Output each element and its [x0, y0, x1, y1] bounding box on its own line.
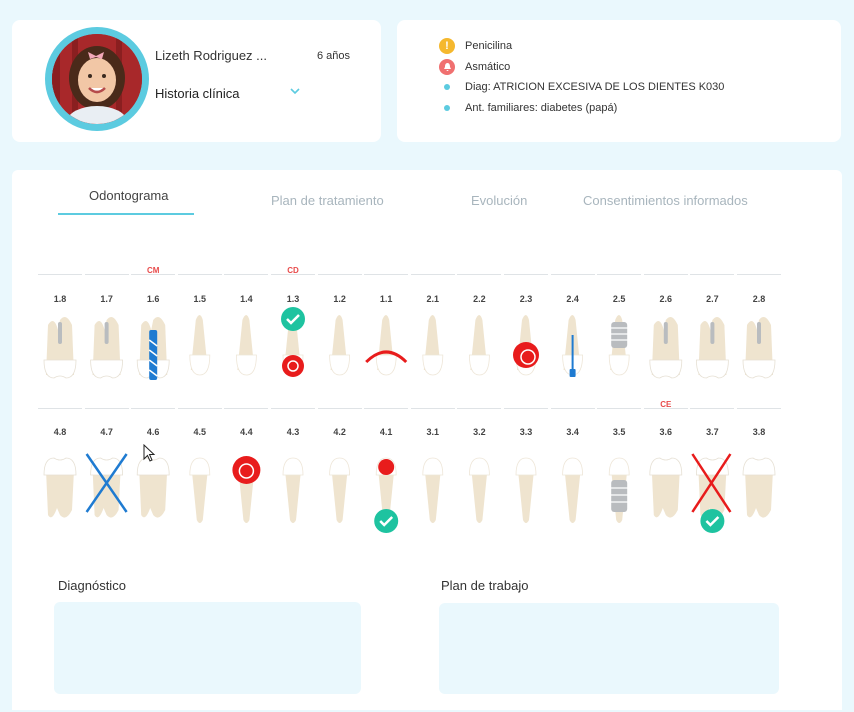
- bullet-dot: [444, 84, 450, 90]
- patient-name: Lizeth Rodriguez ...: [155, 48, 268, 63]
- tooth-root: [745, 470, 773, 518]
- tooth-crown: [742, 359, 776, 379]
- tooth-crown: [43, 359, 77, 379]
- tooth-root: [424, 470, 441, 523]
- tooth-crown: [375, 354, 397, 376]
- implant-icon: [611, 480, 628, 512]
- tooth-crown: [189, 354, 211, 376]
- tooth-crown: [468, 354, 490, 376]
- tooth-root: [564, 470, 581, 523]
- tooth-crown: [562, 457, 584, 476]
- tooth-crown: [742, 457, 776, 476]
- tooth-crown: [189, 457, 211, 476]
- tooth-crown: [422, 354, 444, 376]
- canal-mark: [663, 322, 668, 344]
- avatar-photo: [52, 34, 142, 124]
- tooth-crown: [235, 354, 257, 376]
- patient-avatar: [45, 27, 149, 131]
- tooth-root: [285, 470, 301, 523]
- tooth-1.4[interactable]: [235, 315, 257, 376]
- tooth-root: [191, 470, 208, 523]
- caries-dot-icon: [378, 459, 395, 475]
- tooth-3.3[interactable]: [515, 457, 537, 523]
- tooth-crown: [329, 354, 351, 376]
- tooth-crown: [695, 359, 729, 379]
- diagnosis-title: Diagnóstico: [58, 578, 126, 593]
- tooth-crown: [608, 354, 630, 376]
- tooth-crown: [468, 457, 490, 476]
- tooth-crown: [649, 359, 683, 379]
- tooth-crown: [43, 457, 77, 476]
- tooth-1.1[interactable]: [375, 315, 397, 376]
- tooth-4.5[interactable]: [189, 457, 211, 523]
- tooth-root: [651, 470, 680, 518]
- check-icon: [281, 307, 305, 331]
- tooth-4.6[interactable]: [136, 457, 170, 518]
- restoration-center: [520, 349, 536, 365]
- canal-mark: [710, 322, 715, 344]
- endodontic-file-handle: [569, 369, 576, 377]
- tooth-3.2[interactable]: [468, 457, 490, 523]
- alert-text: Ant. familiares: diabetes (papá): [465, 102, 618, 114]
- tooth-crown: [329, 457, 351, 476]
- tooth-4.8[interactable]: [43, 457, 77, 518]
- tooth-root: [46, 470, 74, 518]
- tooth-3.4[interactable]: [562, 457, 584, 523]
- tooth-crown: [422, 457, 444, 476]
- implant-icon: [611, 322, 628, 348]
- tooth-crown: [282, 457, 304, 476]
- tooth-3.8[interactable]: [742, 457, 776, 518]
- warning-icon: !: [439, 38, 455, 54]
- tooth-root: [139, 470, 168, 518]
- canal-mark: [58, 322, 62, 344]
- tooth-crown: [649, 457, 683, 476]
- tooth-1.5[interactable]: [189, 315, 211, 376]
- mouse-cursor-icon: [143, 444, 156, 462]
- odontogram-card: Odontograma Plan de tratamiento Evolució…: [12, 170, 842, 710]
- tooth-crown: [608, 457, 630, 476]
- child-portrait-icon: [52, 34, 142, 124]
- alert-family-history: Ant. familiares: diabetes (papá): [439, 102, 617, 114]
- teeth-drawing: [43, 307, 776, 533]
- tooth-crown: [515, 457, 537, 476]
- alert-diagnosis: Diag: ATRICION EXCESIVA DE LOS DIENTES K…: [439, 81, 724, 93]
- check-icon: [700, 509, 725, 533]
- tooth-root: [92, 470, 121, 518]
- bell-icon: [439, 59, 455, 75]
- tooth-1.2[interactable]: [329, 315, 351, 376]
- tooth-2.1[interactable]: [422, 315, 444, 376]
- tooth-4.3[interactable]: [282, 457, 304, 523]
- alert-allergy: ! Penicilina: [439, 38, 512, 54]
- tooth-root: [518, 470, 534, 523]
- alert-text: Asmático: [465, 61, 511, 73]
- tooth-4.2[interactable]: [329, 457, 351, 523]
- work-plan-textarea[interactable]: [439, 603, 779, 694]
- tooth-3.6[interactable]: [649, 457, 683, 518]
- canal-mark: [104, 322, 109, 344]
- patient-age: 6 años: [317, 50, 351, 62]
- restoration-center: [238, 463, 255, 479]
- clinical-history-label: Historia clínica: [155, 86, 240, 101]
- bullet-dot: [444, 105, 450, 111]
- alert-condition: Asmático: [439, 59, 510, 75]
- restoration-center: [287, 360, 299, 372]
- alerts-card: ! Penicilina Asmático Diag: ATRICION EXC…: [397, 20, 841, 142]
- canal-mark: [757, 322, 761, 344]
- tooth-2.2[interactable]: [468, 315, 490, 376]
- patient-card: Lizeth Rodriguez ... 6 años Historia clí…: [12, 20, 381, 142]
- chevron-down-icon[interactable]: [288, 84, 302, 98]
- tooth-root: [331, 470, 348, 523]
- alert-text: Diag: ATRICION EXCESIVA DE LOS DIENTES K…: [465, 81, 725, 93]
- diagnosis-textarea[interactable]: [54, 602, 361, 694]
- tooth-crown: [90, 359, 124, 379]
- tooth-root: [471, 470, 488, 523]
- work-plan-title: Plan de trabajo: [441, 578, 529, 593]
- tooth-3.1[interactable]: [422, 457, 444, 523]
- alert-text: Penicilina: [465, 40, 513, 52]
- check-icon: [374, 509, 399, 533]
